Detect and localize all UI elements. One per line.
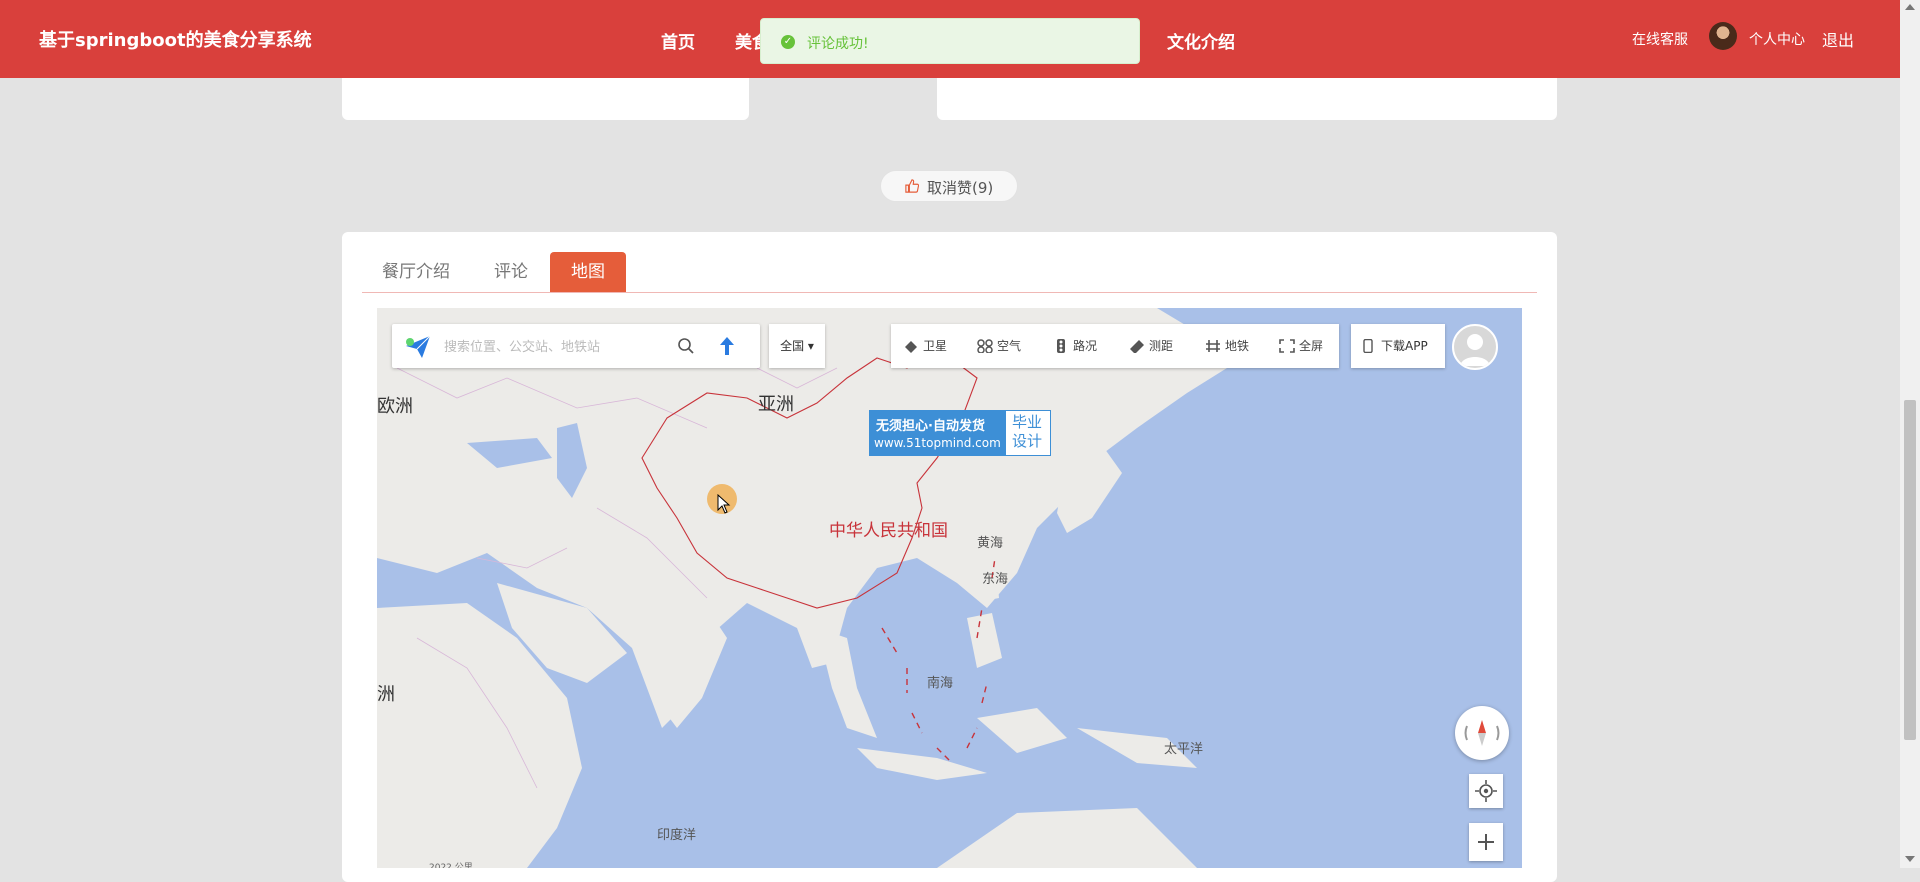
map-view[interactable]: 欧洲 亚洲 洲 中华人民共和国 黄海 东海 南海 太平洋 印度洋 全国 ▾ 卫星… (377, 308, 1522, 868)
paper-plane-icon (406, 335, 431, 358)
label-china: 中华人民共和国 (829, 521, 948, 541)
tool-air[interactable]: 空气 (977, 324, 1035, 368)
page-scrollbar[interactable] (1900, 0, 1920, 868)
route-arrow-icon[interactable] (718, 336, 736, 356)
city-select[interactable]: 全国 ▾ (769, 324, 825, 368)
map-toolbar: 卫星 空气 路况 测距 地铁 全屏 (891, 324, 1339, 368)
fullscreen-icon (1279, 339, 1295, 353)
info-card-left (342, 78, 749, 120)
scroll-up-arrow-icon[interactable] (1905, 4, 1915, 10)
logout-link[interactable]: 退出 (1822, 27, 1854, 51)
site-title[interactable]: 基于springboot的美食分享系统 (39, 26, 312, 52)
label-south-sea: 南海 (927, 676, 954, 691)
info-card-right (937, 78, 1557, 120)
label-east-sea: 东海 (982, 572, 1009, 587)
ad-line1: 无须担心·自动发货 (876, 419, 985, 434)
satellite-icon (905, 341, 917, 353)
tab-map[interactable]: 地图 (550, 252, 626, 292)
ad-line2: www.51topmind.com (874, 436, 1001, 450)
scroll-thumb[interactable] (1904, 400, 1916, 740)
toast-message: 评论成功! (807, 36, 869, 52)
map-base-layer (377, 308, 1227, 868)
phone-icon (1363, 339, 1373, 353)
user-avatar[interactable] (1709, 22, 1737, 50)
ad-banner[interactable]: 无须担心·自动发货 www.51topmind.com 毕业设计 (869, 410, 1051, 456)
compass-icon (1464, 720, 1500, 746)
nav-home[interactable]: 首页 (661, 28, 695, 53)
unlike-button[interactable]: 取消赞(9) (880, 170, 1018, 202)
ruler-icon (1130, 340, 1144, 353)
label-yellow-sea: 黄海 (977, 536, 1004, 551)
label-europe: 欧洲 (377, 396, 413, 417)
map-scale-text: 2022 公里 (429, 863, 473, 868)
compass-control[interactable] (1455, 706, 1509, 760)
nav-culture[interactable]: 文化介绍 (1167, 28, 1235, 53)
user-silhouette-icon (1460, 334, 1490, 366)
online-service-link[interactable]: 在线客服 (1632, 29, 1688, 49)
traffic-light-icon (1057, 339, 1065, 353)
tab-restaurant-intro[interactable]: 餐厅介绍 (382, 252, 472, 292)
locate-icon (1475, 780, 1497, 802)
tool-satellite[interactable]: 卫星 (903, 324, 961, 368)
ad-banner-main: 无须担心·自动发货 www.51topmind.com (870, 411, 1006, 455)
download-app-button[interactable]: 下载APP (1351, 324, 1445, 368)
label-indian-ocean: 印度洋 (657, 828, 697, 843)
thumbs-up-icon (905, 179, 919, 193)
tool-fullscreen[interactable]: 全屏 (1279, 324, 1337, 368)
tool-traffic[interactable]: 路况 (1053, 324, 1111, 368)
unlike-label: 取消赞(9) (927, 179, 994, 197)
ad-side-text: 毕业设计 (1012, 413, 1043, 450)
subway-icon (1206, 340, 1220, 352)
tab-divider (362, 292, 1537, 293)
tool-subway[interactable]: 地铁 (1205, 324, 1263, 368)
map-search-input[interactable] (442, 335, 676, 359)
label-asia: 亚洲 (758, 394, 794, 415)
search-icon[interactable] (677, 337, 695, 355)
tab-comments[interactable]: 评论 (494, 252, 544, 292)
map-user-avatar[interactable] (1452, 324, 1498, 370)
success-toast: ✓ 评论成功! (760, 18, 1140, 64)
scroll-down-arrow-icon[interactable] (1905, 856, 1915, 862)
locate-button[interactable] (1469, 774, 1503, 808)
download-app-label: 下载APP (1381, 339, 1428, 353)
tool-measure[interactable]: 测距 (1129, 324, 1187, 368)
plus-icon (1478, 834, 1494, 850)
zoom-in-button[interactable] (1469, 823, 1503, 861)
air-quality-icon (977, 339, 993, 353)
label-pacific: 太平洋 (1164, 742, 1204, 757)
map-search-box (392, 324, 760, 368)
label-africa: 洲 (377, 684, 395, 705)
mouse-pointer-icon (717, 494, 731, 514)
check-circle-icon: ✓ (781, 35, 795, 49)
city-select-label: 全国 (780, 339, 805, 353)
personal-center-link[interactable]: 个人中心 (1749, 29, 1805, 49)
